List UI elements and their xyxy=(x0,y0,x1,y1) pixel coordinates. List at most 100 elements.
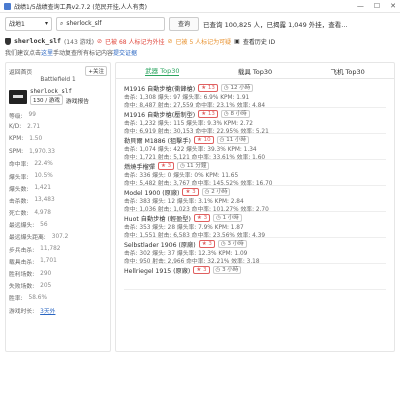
stat-label: 最远爆头距离: xyxy=(9,235,46,242)
weapon-stats-line-2: 命中: 6,919 射击: 30,153 命中率: 22.95% 效率: 5.2… xyxy=(124,128,269,135)
stat-row: 载具击杀: 1,701 xyxy=(9,255,107,267)
weapon-item[interactable]: Hellriegel 1915 (原廠) ★ 3 ◷ 3 小時 xyxy=(124,264,386,290)
close-button[interactable]: ✕ xyxy=(390,2,396,10)
stat-row: 游戏时长: 3天外 xyxy=(9,304,107,316)
clock-icon: ◷ xyxy=(180,163,185,169)
stat-label: K/D: xyxy=(9,124,22,131)
tab-weapons[interactable]: 武器 Top30 xyxy=(145,65,180,76)
star-icon: ★ xyxy=(185,189,191,195)
weapon-stats-line-1: 击杀: 302 爆头: 37 爆头率: 12.3% KPM: 1.09 xyxy=(124,251,248,257)
stat-row: 击杀数: 13,483 xyxy=(9,194,107,206)
star-count: 3 xyxy=(192,189,196,195)
clock-icon: ◷ xyxy=(220,241,226,247)
clock-icon: ◷ xyxy=(204,189,210,195)
chevron-down-icon: ▾ xyxy=(44,20,48,27)
weapon-item[interactable]: M1916 自動步槍(壓制型) ★ 13 ◷ 8 小時 击杀: 1,232 爆头… xyxy=(124,108,386,135)
star-badge: ★ 3 xyxy=(198,240,215,248)
stat-value: 1,421 xyxy=(34,185,51,192)
maximize-button[interactable]: ☐ xyxy=(374,2,380,10)
time-value: 11 小時 xyxy=(226,137,246,143)
minimize-button[interactable]: — xyxy=(357,2,364,10)
time-badge: ◷ 12 小時 xyxy=(220,84,254,92)
stat-value: 99 xyxy=(28,112,36,119)
stat-value: 4,978 xyxy=(34,209,51,216)
game-select[interactable]: 战地1 ▾ xyxy=(5,16,52,31)
weapons-panel: 武器 Top30 载具 Top30 飞机 Top30 M1916 自動步槍(衝鋒… xyxy=(115,62,395,352)
stat-label: KPM: xyxy=(9,136,24,143)
time-badge: ◷ 3 小時 xyxy=(212,266,242,274)
star-count: 3 xyxy=(167,163,172,169)
stat-value[interactable]: 3天外 xyxy=(40,306,55,315)
stat-value: 290 xyxy=(40,270,52,277)
stat-row: 失败场数: 205 xyxy=(9,280,107,292)
weapon-stats-line-2: 命中: 8,487 射击: 27,559 命中率: 23.1% 效率: 4.84 xyxy=(124,102,266,109)
stat-value: 1,970.33 xyxy=(29,148,55,155)
stat-row: 步兵击杀: 11,782 xyxy=(9,243,107,255)
tab-vehicles[interactable]: 载具 Top30 xyxy=(238,66,272,76)
weapon-item[interactable]: M1916 自動步槍(衝鋒槍) ★ 13 ◷ 12 小時 击杀: 1,308 爆… xyxy=(124,82,386,109)
hint-prefix: 我们建议点击 xyxy=(5,50,42,57)
stat-value: 205 xyxy=(40,282,52,289)
star-icon: ★ xyxy=(196,137,202,143)
hint-link-here[interactable]: 这里 xyxy=(41,50,53,57)
star-badge: ★ 13 xyxy=(198,110,218,118)
star-count: 3 xyxy=(203,215,208,221)
stat-label: 步兵击杀: xyxy=(9,247,35,254)
tab-bar: 武器 Top30 载具 Top30 飞机 Top30 xyxy=(116,63,394,79)
stat-row: 胜率: 58.6% xyxy=(9,292,107,304)
weapon-item[interactable]: 勒貝爾 M1886 (狙擊手) ★ 10 ◷ 11 小時 击杀: 1,074 爆… xyxy=(124,134,386,161)
window-title: 战绩1/5战绩查询工具v2.7.2 (范民开挂,人人有责) xyxy=(14,3,147,11)
star-icon: ★ xyxy=(196,267,202,273)
cheat-flag[interactable]: 已被 68 人标记为外挂 xyxy=(105,37,164,46)
star-count: 3 xyxy=(203,267,207,273)
search-toolbar: 战地1 ▾ ⌕ sherlock_slf 查询 已查询 100,825 人，已揭… xyxy=(0,13,400,34)
tab-aircraft[interactable]: 飞机 Top30 xyxy=(330,66,364,76)
star-icon: ★ xyxy=(201,85,207,91)
stat-label: 死亡数: xyxy=(9,211,29,218)
game-report-link[interactable]: 游戏报告 xyxy=(66,96,89,105)
suspicious-flag[interactable]: 已被 5 人标记为可疑 xyxy=(176,37,232,46)
stat-label: 命中率: xyxy=(9,162,29,169)
stat-value: 56 xyxy=(40,221,48,228)
weapon-stats-line-1: 击杀: 1,308 爆头: 97 爆头率: 6.9% KPM: 1.91 xyxy=(124,95,250,101)
stat-value: 13,483 xyxy=(34,197,55,204)
stat-label: 游戏时长: xyxy=(9,308,35,315)
player-name: sherlock_slf xyxy=(14,37,61,45)
shield-icon xyxy=(5,37,11,45)
weapon-stats-line-2: 命中: 1,721 射击: 5,121 命中率: 33.61% 效率: 1.60 xyxy=(124,154,266,161)
history-link[interactable]: 查看历史 ID xyxy=(243,37,275,46)
stat-label: 击杀数: xyxy=(9,198,29,205)
star-icon: ★ xyxy=(160,163,166,169)
weapon-stats-line-2: 命中: 1,551 射击: 6,583 命中率: 23.56% 效率: 4.39 xyxy=(124,232,266,239)
weapon-item[interactable]: Huot 自動步槍 (輕盈型) ★ 3 ◷ 1 小時 击杀: 353 爆头: 2… xyxy=(124,212,386,239)
stat-value: 11,782 xyxy=(40,246,61,253)
stat-row: K/D: 2.71 xyxy=(9,121,107,133)
stat-row: KPM: 1.50 xyxy=(9,133,107,145)
follow-button[interactable]: +关注 xyxy=(85,66,107,76)
time-badge: ◷ 1 小時 xyxy=(213,214,242,222)
search-button[interactable]: 查询 xyxy=(169,16,200,31)
weapon-item[interactable]: 燃燒手榴彈 ★ 3 ◷ 11 分鐘 击杀: 336 爆头: 0 爆头率: 0% … xyxy=(124,160,386,187)
hint-link-evidence[interactable]: 提交证据 xyxy=(113,50,137,57)
player-summary-panel: 返回首页 +关注 Battlefield 1 sherlock_slf 130 … xyxy=(5,62,111,352)
stat-row: 死亡数: 4,978 xyxy=(9,207,107,219)
stat-row: SPM: 1,970.33 xyxy=(9,146,107,158)
time-value: 2 小時 xyxy=(211,189,228,195)
back-home-link[interactable]: 返回首页 xyxy=(9,67,32,76)
stat-row: 爆头率: 10.5% xyxy=(9,170,107,182)
stat-label: 爆头数: xyxy=(9,186,29,193)
time-value: 1 小時 xyxy=(222,215,239,221)
stat-row: 爆头数: 1,421 xyxy=(9,182,107,194)
clock-icon: ◷ xyxy=(216,215,221,221)
weapon-item[interactable]: Model 1900 (原廠) ★ 3 ◷ 2 小時 击杀: 383 爆头: 1… xyxy=(124,186,386,213)
search-input[interactable]: ⌕ sherlock_slf xyxy=(56,16,165,31)
weapon-stats-line-2 xyxy=(124,282,386,290)
time-badge: ◷ 11 小時 xyxy=(216,136,249,144)
weapon-item[interactable]: Selbstlader 1906 (原廠) ★ 3 ◷ 3 小時 击杀: 302… xyxy=(124,238,386,265)
star-icon: ★ xyxy=(201,241,207,247)
weapon-stats-line-1: 击杀: 1,232 爆头: 115 爆头率: 9.3% KPM: 2.72 xyxy=(124,121,253,127)
star-icon: ★ xyxy=(196,215,202,221)
weapon-stats-line-2: 命中: 950 射击: 2,966 命中率: 32.21% 效率: 3.18 xyxy=(124,258,260,265)
time-badge: ◷ 11 分鐘 xyxy=(177,162,210,170)
stat-row: 命中率: 22.4% xyxy=(9,158,107,170)
